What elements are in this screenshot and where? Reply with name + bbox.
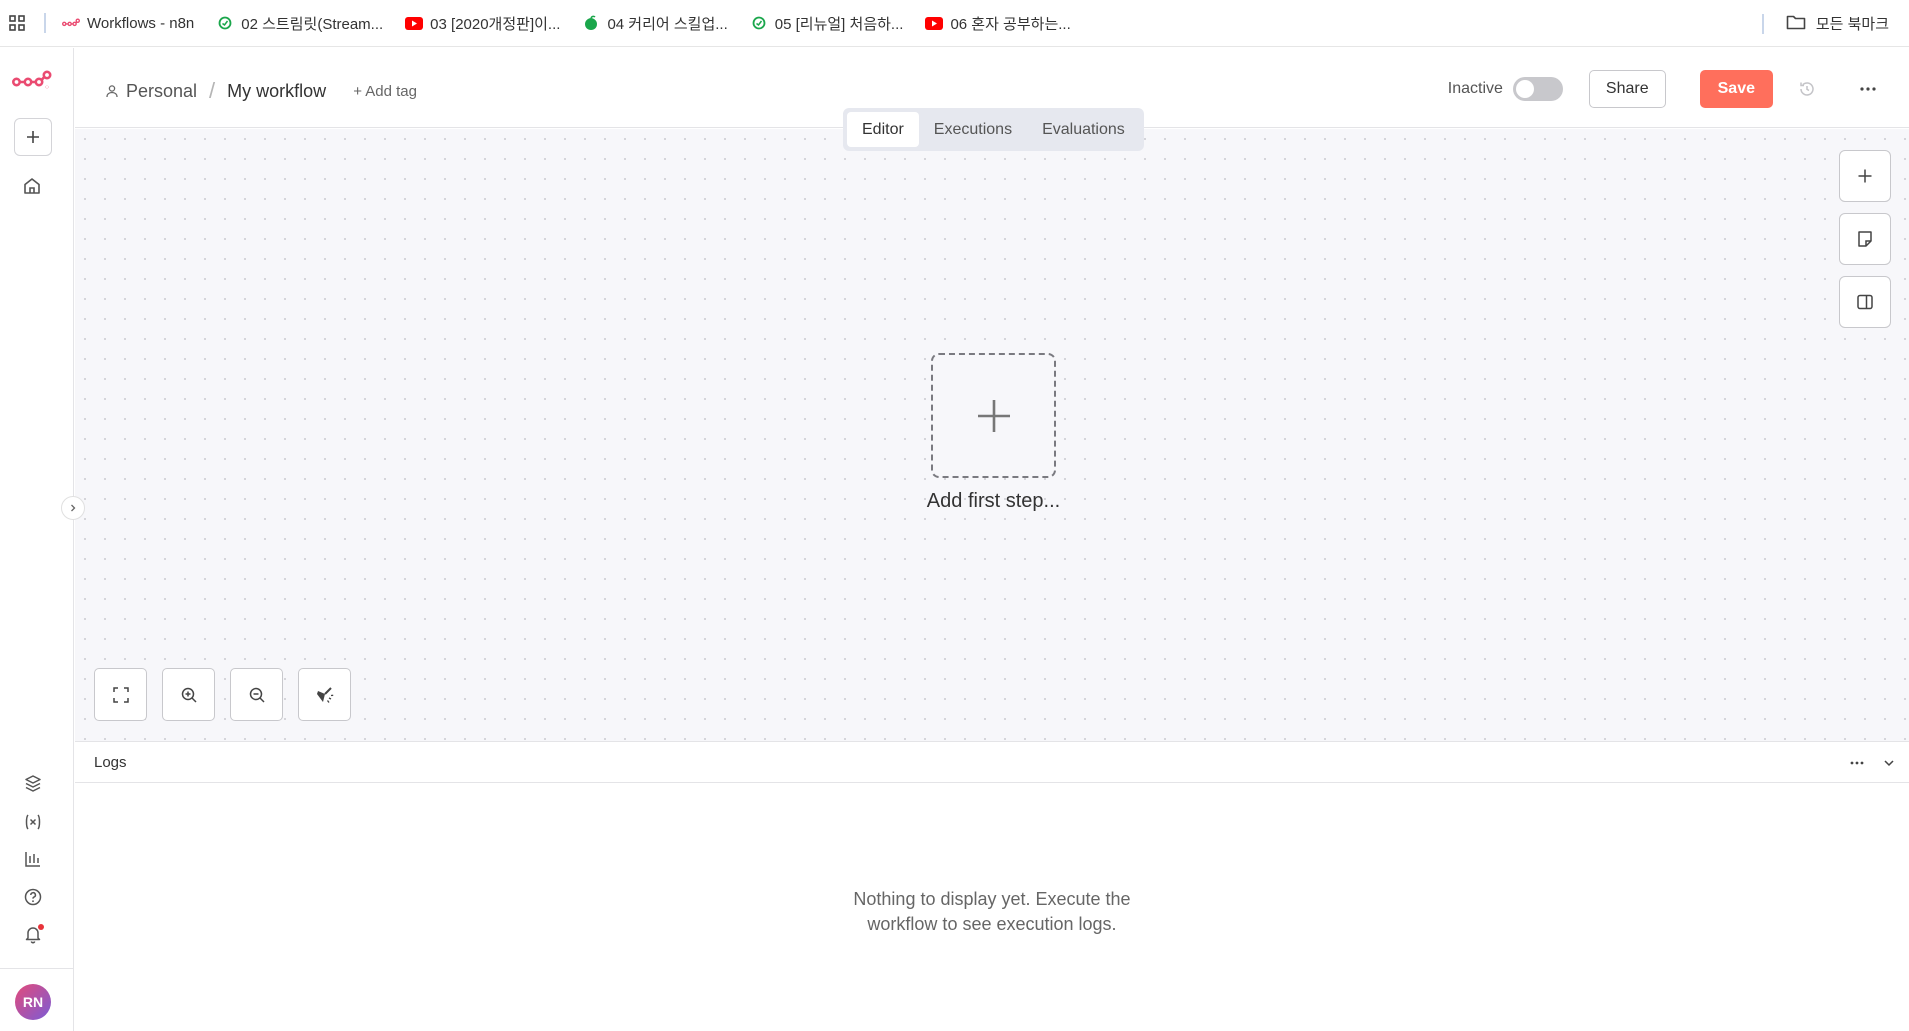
share-button[interactable]: Share bbox=[1588, 70, 1666, 108]
plus-icon bbox=[27, 131, 39, 143]
canvas-side-tools bbox=[1839, 150, 1891, 328]
add-sticky-note-button[interactable] bbox=[1839, 213, 1891, 265]
bookmark-item[interactable]: 05 [리뉴얼] 처음하... bbox=[750, 13, 904, 34]
activation-status-label: Inactive bbox=[1447, 80, 1503, 97]
youtube-icon bbox=[925, 16, 944, 30]
n8n-logo-icon[interactable] bbox=[11, 70, 52, 95]
project-name: Personal bbox=[126, 80, 198, 101]
toggle-panel-button[interactable] bbox=[1839, 276, 1891, 328]
apps-grid-icon[interactable] bbox=[0, 0, 34, 47]
plus-icon bbox=[1858, 169, 1872, 183]
insights-chart-icon[interactable] bbox=[22, 848, 44, 870]
green-circle-icon bbox=[216, 16, 234, 30]
bookmark-label: Workflows - n8n bbox=[87, 14, 195, 32]
zoom-out-button[interactable] bbox=[230, 668, 283, 721]
bookmark-label: 06 혼자 공부하는... bbox=[950, 15, 1071, 33]
chevron-right-icon bbox=[71, 504, 76, 512]
main-sidebar: RN bbox=[0, 48, 74, 1031]
zoom-in-icon bbox=[181, 687, 197, 703]
tidy-up-button[interactable] bbox=[298, 668, 351, 721]
bookmark-item[interactable]: 06 혼자 공부하는... bbox=[925, 13, 1071, 34]
logs-title: Logs bbox=[94, 754, 127, 771]
bookmarks-divider bbox=[44, 13, 46, 33]
add-first-step-button[interactable] bbox=[931, 353, 1056, 478]
bookmarks-divider bbox=[1761, 13, 1764, 34]
sidebar-divider bbox=[0, 968, 74, 969]
bookmark-label: 05 [리뉴얼] 처음하... bbox=[774, 15, 904, 33]
logs-empty-message: Nothing to display yet. Execute the work… bbox=[853, 889, 1131, 934]
templates-icon[interactable] bbox=[22, 773, 44, 795]
workflow-canvas[interactable]: Add first step... bbox=[75, 129, 1909, 741]
sticky-note-icon bbox=[1858, 231, 1872, 247]
variables-icon[interactable] bbox=[22, 811, 44, 833]
tab-evaluations[interactable]: Evaluations bbox=[1027, 112, 1140, 147]
all-bookmarks[interactable]: 모든 북마크 bbox=[1761, 0, 1889, 47]
workflow-name[interactable]: My workflow bbox=[227, 81, 326, 102]
save-button[interactable]: Save bbox=[1699, 70, 1773, 108]
breadcrumb: Personal / My workflow + Add tag bbox=[105, 78, 417, 104]
history-icon[interactable] bbox=[1797, 79, 1817, 99]
green-circle-icon bbox=[750, 16, 768, 30]
toggle-knob bbox=[1515, 80, 1534, 98]
add-tag-link[interactable]: + Add tag bbox=[353, 83, 417, 100]
notifications-bell-icon[interactable] bbox=[22, 923, 44, 945]
view-tabs: Editor Executions Evaluations bbox=[843, 108, 1144, 151]
bookmark-item[interactable]: 03 [2020개정판]이... bbox=[405, 13, 560, 34]
header-actions: Inactive Share Save bbox=[1448, 70, 1909, 108]
more-options-icon[interactable] bbox=[1847, 753, 1867, 773]
n8n-logo-icon bbox=[62, 16, 80, 30]
green-leaf-icon bbox=[582, 15, 600, 30]
zoom-out-icon bbox=[249, 687, 265, 703]
notification-dot bbox=[38, 924, 44, 930]
logs-panel-header[interactable]: Logs bbox=[75, 741, 1909, 783]
bookmark-item[interactable]: 02 스트림릿(Stream... bbox=[216, 13, 383, 34]
home-icon[interactable] bbox=[22, 176, 42, 201]
create-button[interactable] bbox=[14, 118, 52, 156]
bookmark-label: 02 스트림릿(Stream... bbox=[241, 15, 384, 33]
tab-editor[interactable]: Editor bbox=[847, 112, 919, 147]
active-toggle[interactable] bbox=[1512, 77, 1563, 101]
bookmarks-bar: Workflows - n8n 02 스트림릿(Stream... 03 [20… bbox=[0, 0, 1909, 47]
breadcrumb-separator: / bbox=[209, 78, 216, 103]
broom-icon bbox=[316, 686, 333, 703]
zoom-to-fit-button[interactable] bbox=[94, 668, 147, 721]
fit-view-icon bbox=[112, 686, 129, 703]
avatar[interactable]: RN bbox=[15, 984, 51, 1020]
user-icon bbox=[106, 85, 118, 98]
bookmark-item[interactable]: Workflows - n8n bbox=[62, 15, 194, 32]
bookmark-item[interactable]: 04 커리어 스킬업... bbox=[582, 13, 728, 34]
zoom-in-button[interactable] bbox=[162, 668, 215, 721]
canvas-zoom-controls bbox=[94, 668, 351, 721]
youtube-icon bbox=[405, 16, 424, 30]
expand-sidebar-button[interactable] bbox=[61, 496, 85, 520]
open-nodes-panel-button[interactable] bbox=[1839, 150, 1891, 202]
more-options-icon[interactable] bbox=[1857, 78, 1879, 100]
help-icon[interactable] bbox=[22, 886, 44, 908]
folder-icon bbox=[1786, 14, 1806, 34]
bookmark-label: 03 [2020개정판]이... bbox=[430, 15, 561, 33]
plus-icon bbox=[977, 399, 1010, 432]
project-link[interactable]: Personal bbox=[105, 81, 197, 102]
bookmark-label: 04 커리어 스킬업... bbox=[607, 15, 728, 33]
side-panel-icon bbox=[1857, 294, 1873, 310]
logs-panel: Nothing to display yet. Execute the work… bbox=[75, 784, 1909, 1031]
all-bookmarks-label: 모든 북마크 bbox=[1815, 16, 1889, 33]
add-first-step-label[interactable]: Add first step... bbox=[875, 490, 1112, 513]
chevron-down-icon[interactable] bbox=[1879, 753, 1899, 773]
tab-executions[interactable]: Executions bbox=[919, 112, 1027, 147]
